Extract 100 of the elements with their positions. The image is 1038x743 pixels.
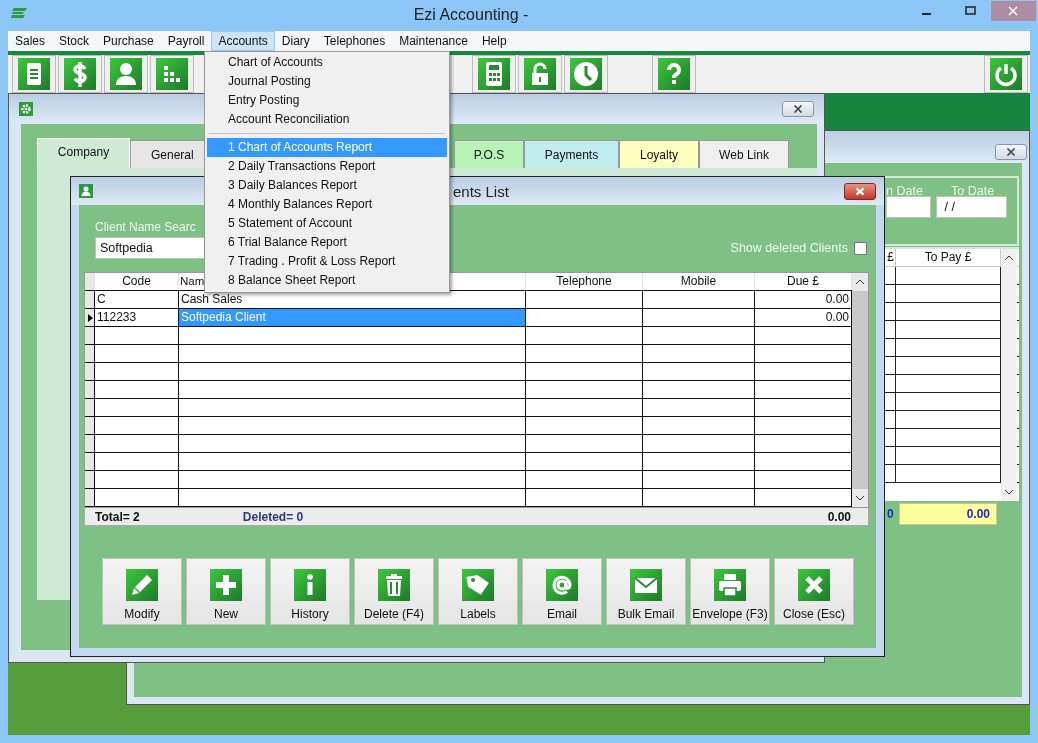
- power-icon: [990, 58, 1022, 90]
- menu-item[interactable]: Chart of Accounts: [207, 53, 447, 72]
- row-header[interactable]: [85, 291, 95, 308]
- menu-item[interactable]: Accounts: [211, 31, 275, 51]
- menu-item[interactable]: Payroll: [160, 31, 212, 51]
- action-button[interactable]: History: [270, 558, 350, 625]
- close-button[interactable]: [995, 144, 1027, 160]
- date-field[interactable]: / /: [936, 196, 1007, 218]
- gear-icon: [19, 102, 33, 116]
- menu-item[interactable]: Sales: [8, 31, 53, 51]
- person-icon: [110, 58, 142, 90]
- total-value: 0.00: [827, 509, 851, 524]
- at-sign-icon: [546, 569, 578, 601]
- row-header[interactable]: [85, 489, 95, 506]
- table-cell: C: [95, 291, 179, 308]
- close-button[interactable]: [844, 182, 876, 200]
- toolbar-button[interactable]: [150, 55, 194, 93]
- trash-icon: [378, 569, 410, 601]
- column-header[interactable]: Mobile: [643, 273, 755, 290]
- column-header[interactable]: Telephone: [526, 273, 643, 290]
- menu-item[interactable]: Maintenance: [392, 31, 475, 51]
- document-icon: [18, 58, 50, 90]
- plus-icon: [210, 569, 242, 601]
- tab[interactable]: Company: [37, 138, 130, 168]
- toolbar-button[interactable]: [518, 55, 562, 93]
- toolbar-button[interactable]: [564, 55, 608, 93]
- close-button[interactable]: [782, 101, 814, 117]
- close-icon: [798, 569, 830, 601]
- lock-icon: [524, 58, 556, 90]
- date-field[interactable]: [886, 196, 931, 218]
- pencil-icon: [126, 569, 158, 601]
- scrollbar[interactable]: [1001, 249, 1017, 501]
- menu-item[interactable]: 3 Daily Balances Report: [207, 176, 447, 195]
- menu-item[interactable]: Telephones: [316, 31, 393, 51]
- tag-icon: [462, 569, 494, 601]
- scroll-up-icon[interactable]: [1004, 255, 1014, 261]
- scrollbar[interactable]: [852, 273, 868, 507]
- row-pointer-icon: [88, 314, 93, 322]
- row-header: [85, 273, 95, 290]
- scroll-up-icon[interactable]: [855, 279, 865, 285]
- menu-item[interactable]: Stock: [52, 31, 97, 51]
- row-header[interactable]: [85, 345, 95, 362]
- action-button[interactable]: Modify: [102, 558, 182, 625]
- action-button[interactable]: New: [186, 558, 266, 625]
- toolbar-button[interactable]: [984, 55, 1028, 93]
- person-icon: [79, 184, 93, 198]
- printer-icon: [714, 569, 746, 601]
- field-label: n Date: [886, 184, 923, 198]
- action-button[interactable]: Bulk Email: [606, 558, 686, 625]
- action-button[interactable]: Email: [522, 558, 602, 625]
- row-header[interactable]: [85, 417, 95, 434]
- scroll-down-icon[interactable]: [855, 495, 865, 501]
- row-header[interactable]: [85, 381, 95, 398]
- tab[interactable]: Web Link: [699, 140, 789, 168]
- menu-item[interactable]: 5 Statement of Account: [207, 214, 447, 233]
- menu-item[interactable]: Entry Posting: [207, 91, 447, 110]
- menu-item[interactable]: Purchase: [96, 31, 161, 51]
- dollar-icon: [64, 58, 96, 90]
- window-title: Ezi Accounting -: [412, 6, 530, 24]
- toolbar-button[interactable]: [472, 55, 516, 93]
- toolbar-button[interactable]: [58, 55, 102, 93]
- total-field: 0.00: [899, 503, 997, 525]
- toolbar-button[interactable]: [652, 55, 696, 93]
- close-button[interactable]: Close (Esc): [774, 558, 854, 625]
- help-icon: [658, 58, 690, 90]
- dots-icon: [156, 58, 188, 90]
- tab[interactable]: Loyalty: [619, 140, 699, 168]
- calculator-icon: [478, 58, 510, 90]
- menu-item[interactable]: Diary: [274, 31, 317, 51]
- action-button[interactable]: Delete (F4): [354, 558, 434, 625]
- row-header[interactable]: [85, 327, 95, 344]
- menu-item[interactable]: Journal Posting: [207, 72, 447, 91]
- deleted-count: Deleted= 0: [242, 509, 304, 524]
- action-button[interactable]: Labels: [438, 558, 518, 625]
- app-logo-icon: [11, 8, 27, 18]
- total-value: 0: [887, 506, 894, 523]
- total-count: Total= 2: [95, 509, 140, 524]
- menu-item[interactable]: 8 Balance Sheet Report: [207, 271, 447, 290]
- clock-icon: [570, 58, 602, 90]
- row-header[interactable]: [85, 435, 95, 452]
- row-header[interactable]: [85, 363, 95, 380]
- tab[interactable]: P.O.S: [454, 140, 524, 168]
- menu-item[interactable]: 4 Monthly Balances Report: [207, 195, 447, 214]
- window-title: ents List: [453, 182, 509, 200]
- column-header[interactable]: Code: [95, 273, 179, 290]
- toolbar-button[interactable]: [104, 55, 148, 93]
- field-label: Client Name Searc: [95, 220, 196, 234]
- row-header[interactable]: [85, 309, 95, 326]
- action-button[interactable]: Envelope (F3): [690, 558, 770, 625]
- toolbar-button[interactable]: [12, 55, 56, 93]
- checkbox[interactable]: [854, 241, 867, 255]
- row-header[interactable]: [85, 453, 95, 470]
- menu-item[interactable]: Account Reconciliation: [207, 110, 447, 129]
- row-header[interactable]: [85, 471, 95, 488]
- tab[interactable]: Payments: [524, 140, 619, 168]
- row-header[interactable]: [85, 399, 95, 416]
- menu-item[interactable]: Help: [474, 31, 514, 51]
- field-label: To Date: [951, 184, 995, 198]
- scroll-down-icon[interactable]: [1004, 489, 1014, 495]
- info-icon: [294, 569, 326, 601]
